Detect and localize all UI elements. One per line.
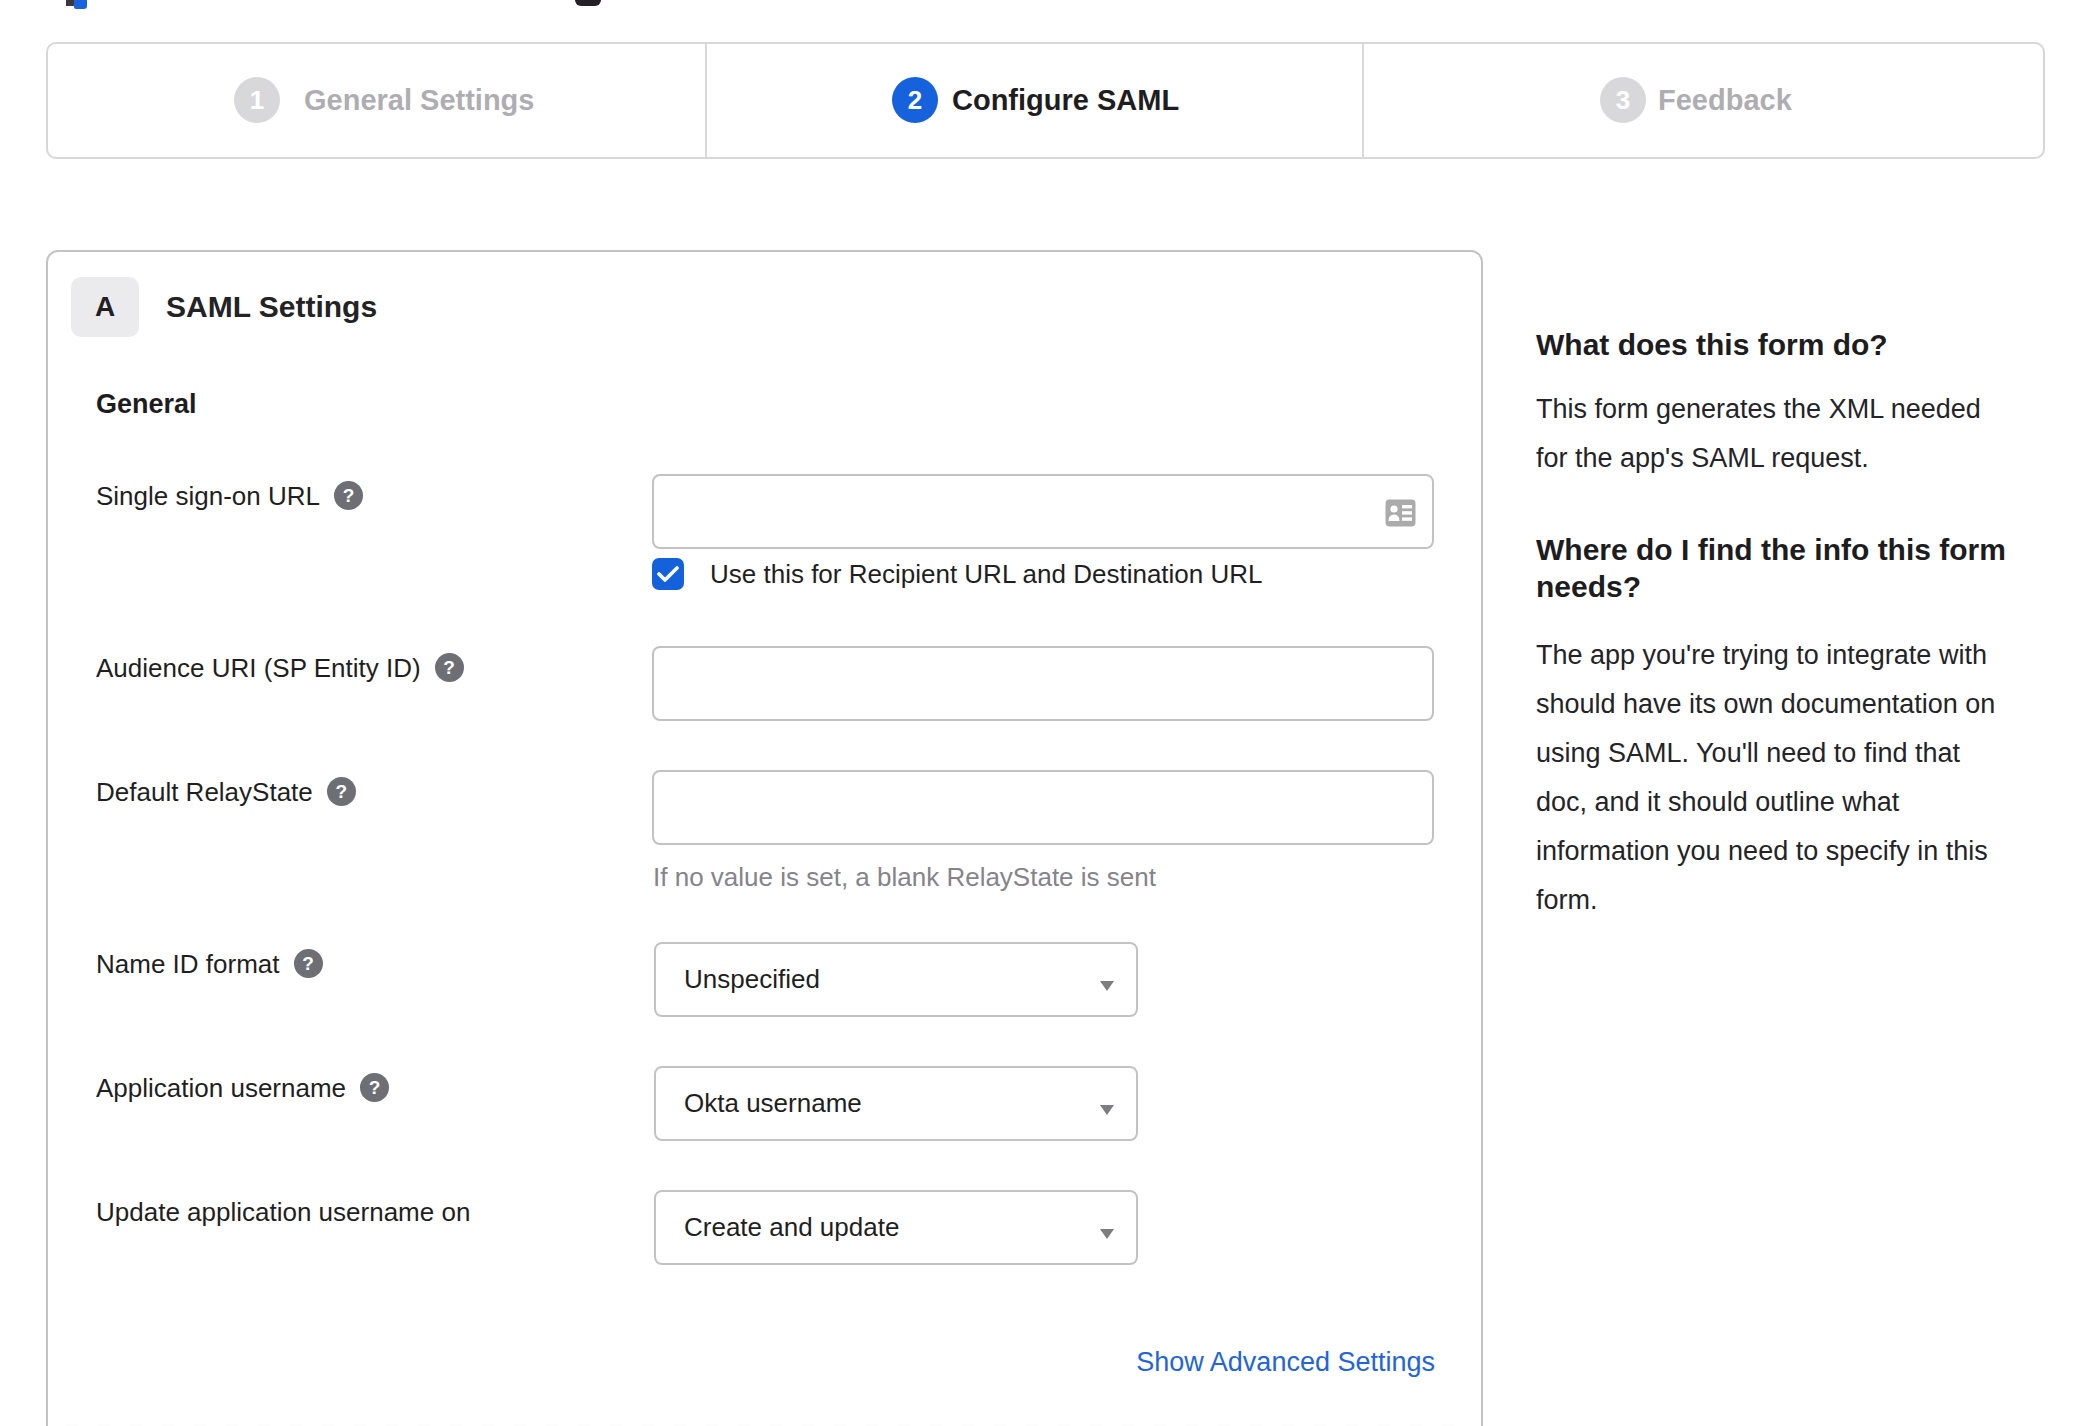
sso-checkbox[interactable]	[652, 558, 684, 590]
general-section-heading: General	[96, 387, 197, 421]
show-advanced-settings-link[interactable]: Show Advanced Settings	[1136, 1346, 1435, 1378]
dropdown-arrow-icon	[1100, 1229, 1114, 1239]
cropped-title-artifact-blue	[74, 0, 87, 9]
stepper-divider	[705, 44, 707, 157]
cropped-title-artifact-dark	[66, 0, 74, 6]
update-username-select-value: Create and update	[684, 1192, 899, 1263]
app-username-label: Application username?	[96, 1072, 636, 1111]
panel-header: A SAML Settings	[71, 277, 377, 337]
audience-help-icon[interactable]: ?	[435, 653, 464, 682]
dropdown-arrow-icon	[1100, 1105, 1114, 1115]
sso-checkbox-row: Use this for Recipient URL and Destinati…	[652, 558, 1263, 590]
section-a-badge: A	[71, 277, 139, 337]
sso-url-input[interactable]	[652, 474, 1434, 549]
app-username-help-icon[interactable]: ?	[360, 1073, 389, 1102]
app-username-label-text: Application username	[96, 1073, 346, 1103]
sidebar-paragraph-2: The app you're trying to integrate with …	[1536, 631, 2006, 925]
relay-state-input[interactable]	[652, 770, 1434, 845]
relay-state-field-wrap	[652, 770, 1434, 845]
wizard-stepper: 1 General Settings 2 Configure SAML 3 Fe…	[46, 42, 2045, 159]
sidebar-paragraph-1: This form generates the XML needed for t…	[1536, 385, 2006, 483]
relay-state-label: Default RelayState?	[96, 776, 636, 815]
step-2-label[interactable]: Configure SAML	[952, 77, 1179, 123]
step-3-circle: 3	[1600, 77, 1646, 123]
sso-url-label: Single sign-on URL?	[96, 480, 636, 519]
update-username-select[interactable]: Create and update	[654, 1190, 1138, 1265]
app-username-select[interactable]: Okta username	[654, 1066, 1138, 1141]
page: 1 General Settings 2 Configure SAML 3 Fe…	[0, 0, 2092, 1426]
cropped-title-artifact-glyph	[575, 0, 601, 6]
help-sidebar: What does this form do? This form genera…	[1536, 326, 2041, 925]
step-1-circle: 1	[234, 77, 280, 123]
name-id-select[interactable]: Unspecified	[654, 942, 1138, 1017]
relay-state-help-icon[interactable]: ?	[327, 777, 356, 806]
sso-url-help-icon[interactable]: ?	[334, 481, 363, 510]
app-username-select-value: Okta username	[684, 1068, 862, 1139]
panel-title: SAML Settings	[166, 290, 377, 324]
step-1-label[interactable]: General Settings	[304, 77, 534, 123]
audience-label: Audience URI (SP Entity ID)?	[96, 652, 636, 691]
audience-input[interactable]	[652, 646, 1434, 721]
name-id-label-text: Name ID format	[96, 949, 280, 979]
name-id-select-value: Unspecified	[684, 944, 820, 1015]
contact-card-icon[interactable]	[1385, 498, 1416, 528]
audience-label-text: Audience URI (SP Entity ID)	[96, 653, 421, 683]
stepper-divider	[1362, 44, 1364, 157]
relay-state-hint: If no value is set, a blank RelayState i…	[653, 861, 1156, 893]
dropdown-arrow-icon	[1100, 981, 1114, 991]
step-2-circle: 2	[892, 77, 938, 123]
name-id-help-icon[interactable]: ?	[294, 949, 323, 978]
sso-checkbox-label: Use this for Recipient URL and Destinati…	[710, 558, 1263, 590]
sidebar-heading-1: What does this form do?	[1536, 326, 2041, 363]
update-username-label: Update application username on	[96, 1196, 636, 1228]
sso-url-label-text: Single sign-on URL	[96, 481, 320, 511]
audience-field-wrap	[652, 646, 1434, 721]
sso-url-field-wrap	[652, 474, 1434, 549]
name-id-label: Name ID format?	[96, 948, 636, 987]
saml-settings-panel: A SAML Settings General Single sign-on U…	[46, 250, 1483, 1426]
relay-state-label-text: Default RelayState	[96, 777, 313, 807]
update-username-label-text: Update application username on	[96, 1197, 470, 1227]
step-3-label[interactable]: Feedback	[1658, 77, 1792, 123]
sidebar-heading-2: Where do I find the info this form needs…	[1536, 531, 2041, 605]
